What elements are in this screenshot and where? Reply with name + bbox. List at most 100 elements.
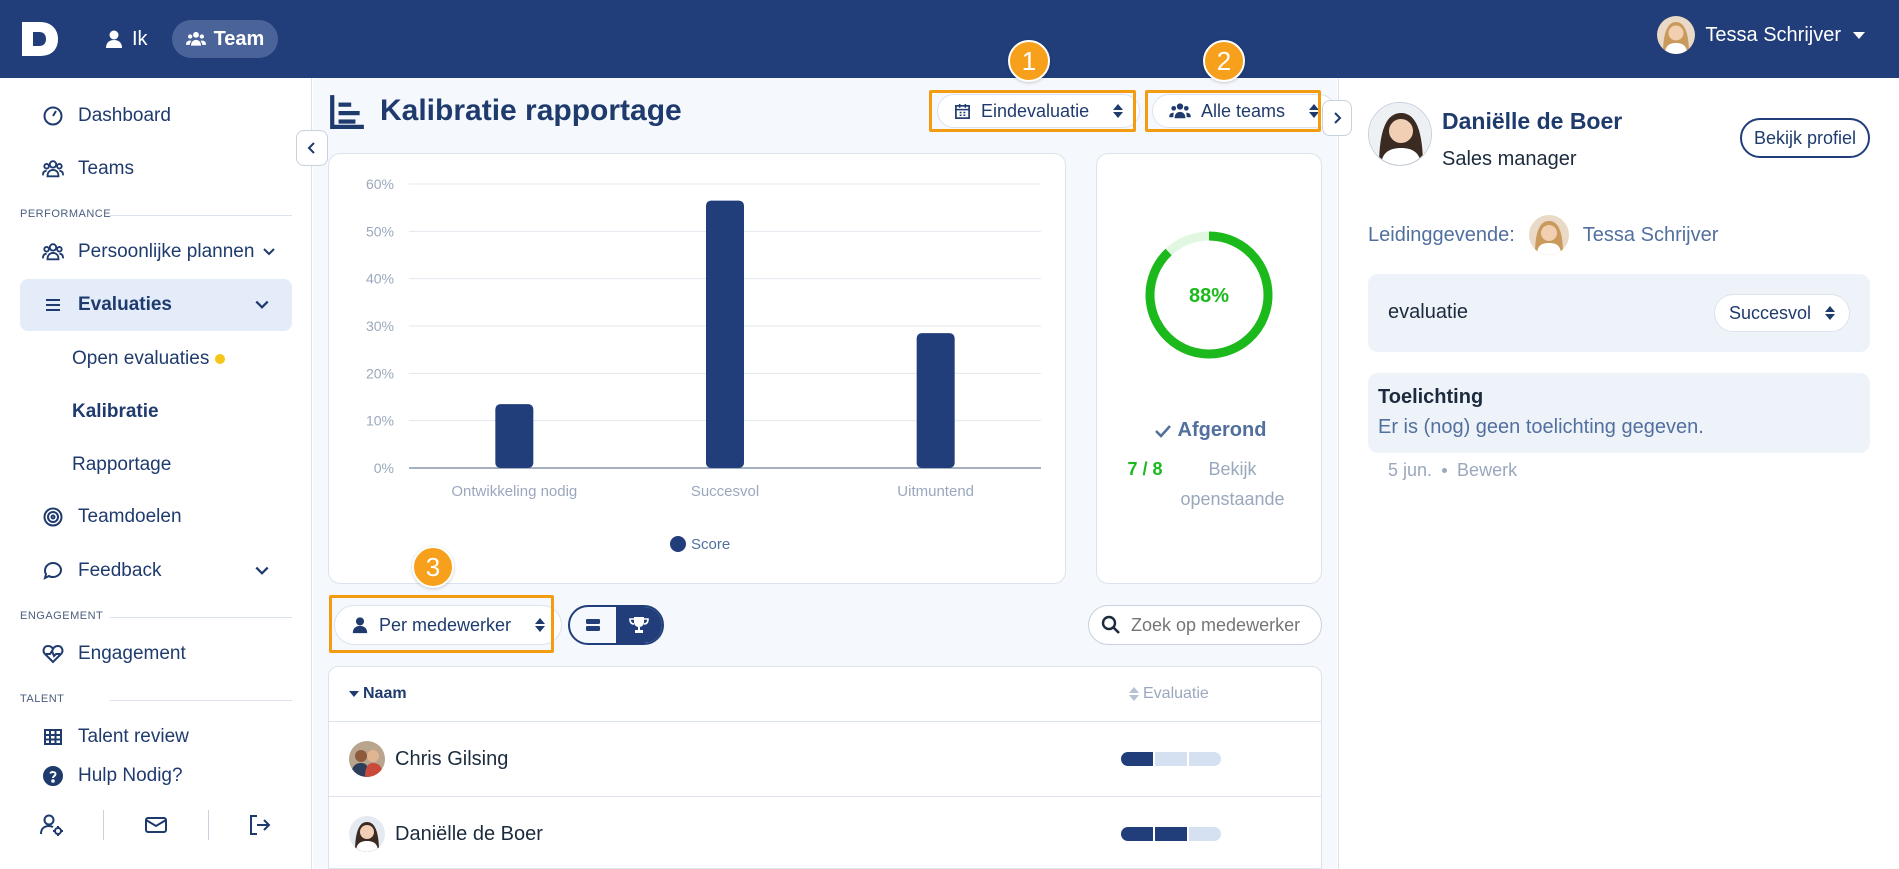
mail-icon bbox=[144, 817, 167, 833]
heart-pulse-icon bbox=[42, 644, 64, 664]
step-badge-3: 3 bbox=[412, 546, 454, 588]
separator-dot bbox=[1442, 468, 1448, 473]
user-name: Tessa Schrijver bbox=[1705, 23, 1841, 46]
messages-button[interactable] bbox=[104, 807, 207, 843]
sidebar-item-hulp[interactable]: Hulp Nodig? bbox=[20, 750, 292, 802]
completion-percent: 88% bbox=[1189, 285, 1229, 307]
sidebar-item-rapportage[interactable]: Rapportage bbox=[72, 454, 171, 476]
legend-label: Score bbox=[691, 536, 730, 553]
sidebar-item-label: Teams bbox=[78, 158, 134, 179]
employee-role: Sales manager bbox=[1442, 148, 1577, 170]
sidebar-item-feedback[interactable]: Feedback bbox=[20, 545, 292, 597]
nav-team[interactable]: Team bbox=[171, 20, 279, 58]
user-cog-icon bbox=[39, 814, 63, 836]
note-meta: 5 jun. Bewerk bbox=[1388, 460, 1517, 481]
sidebar-item-label: Evaluaties bbox=[78, 294, 172, 315]
view-profile-button[interactable]: Bekijk profiel bbox=[1740, 118, 1871, 158]
nav-ik-label: Ik bbox=[132, 27, 148, 50]
x-tick-label: Uitmuntend bbox=[897, 483, 974, 500]
y-tick-label: 0% bbox=[374, 460, 394, 476]
chevron-down-icon bbox=[1853, 31, 1865, 39]
sidebar-item-label: Dashboard bbox=[78, 105, 171, 126]
user-menu[interactable]: Tessa Schrijver bbox=[1657, 16, 1865, 54]
score-chart-card: 0% 10% 20% 30% 40% 50% 60% Ontwikkeling nodig Su… bbox=[328, 153, 1066, 584]
employee-table: Naam Evaluatie Chris Gilsing Daniëlle de… bbox=[328, 666, 1322, 869]
bar-ontwikkeling-nodig bbox=[495, 404, 534, 468]
column-header-naam[interactable]: Naam bbox=[349, 667, 407, 721]
chevron-right-icon bbox=[1334, 112, 1342, 124]
column-header-label: Naam bbox=[363, 685, 407, 702]
employee-name-heading: Daniëlle de Boer bbox=[1442, 108, 1623, 134]
employee-name-cell: Chris Gilsing bbox=[349, 741, 508, 777]
logout-button[interactable] bbox=[209, 807, 312, 843]
sidebar-item-label: Open evaluaties bbox=[72, 348, 210, 369]
help-icon bbox=[43, 766, 63, 786]
highlight-box bbox=[329, 595, 554, 653]
view-open-link[interactable]: Bekijk openstaande bbox=[1173, 454, 1293, 514]
y-tick-label: 10% bbox=[366, 413, 394, 429]
edit-note-link[interactable]: Bewerk bbox=[1457, 460, 1517, 481]
check-icon bbox=[1154, 424, 1171, 438]
employee-avatar bbox=[349, 816, 385, 852]
y-tick-label: 60% bbox=[366, 176, 394, 192]
x-tick-label: Ontwikkeling nodig bbox=[451, 483, 577, 500]
table-row[interactable]: Chris Gilsing bbox=[329, 721, 1321, 796]
sidebar-item-label: Feedback bbox=[78, 560, 162, 581]
evaluation-label: evaluatie bbox=[1388, 301, 1469, 323]
app-logo[interactable] bbox=[18, 18, 60, 60]
score-segment bbox=[1155, 752, 1187, 766]
employee-name-cell: Daniëlle de Boer bbox=[349, 816, 543, 852]
score-segment bbox=[1155, 827, 1187, 841]
list-icon bbox=[46, 299, 60, 311]
section-divider bbox=[110, 617, 292, 618]
section-label-engagement: ENGAGEMENT bbox=[20, 610, 104, 622]
sidebar-item-persoonlijke-plannen[interactable]: Persoonlijke plannen bbox=[20, 226, 292, 278]
collapse-sidebar-button[interactable] bbox=[296, 130, 328, 166]
page-title: Kalibratie rapportage bbox=[328, 92, 682, 130]
logout-icon bbox=[250, 815, 271, 835]
sort-icon bbox=[1825, 306, 1835, 320]
table-row[interactable]: Daniëlle de Boer bbox=[329, 796, 1321, 868]
employee-name: Chris Gilsing bbox=[395, 747, 509, 770]
users-icon bbox=[42, 243, 64, 261]
nav-team-label: Team bbox=[213, 27, 265, 50]
column-header-label: Evaluatie bbox=[1143, 685, 1209, 702]
target-icon bbox=[43, 507, 63, 527]
completion-status-label: Afgerond bbox=[1177, 419, 1267, 441]
evaluation-select[interactable]: Succesvol bbox=[1713, 294, 1850, 332]
sidebar-item-label: Hulp Nodig? bbox=[78, 765, 183, 786]
section-label-talent: TALENT bbox=[20, 693, 65, 705]
note-text: Er is (nog) geen toelichting gegeven. bbox=[1378, 416, 1704, 438]
nav-ik[interactable]: Ik bbox=[90, 20, 162, 58]
grid-icon bbox=[44, 729, 62, 745]
list-view-button[interactable] bbox=[570, 607, 616, 643]
score-segment bbox=[1189, 827, 1221, 841]
sidebar-item-open-evaluaties[interactable]: Open evaluaties bbox=[72, 348, 226, 370]
sidebar-item-kalibratie[interactable]: Kalibratie bbox=[72, 401, 159, 423]
search-input[interactable] bbox=[1131, 614, 1301, 636]
sort-icon bbox=[1129, 687, 1139, 701]
score-bar-chart: 0% 10% 20% 30% 40% 50% 60% Ontwikkeling nodig Su… bbox=[366, 176, 1041, 553]
ranking-view-button[interactable] bbox=[616, 607, 662, 643]
sidebar-item-teams[interactable]: Teams bbox=[20, 143, 292, 195]
view-toggle bbox=[568, 605, 664, 645]
chevron-left-icon bbox=[307, 142, 315, 154]
toggle-panel-button[interactable] bbox=[1322, 100, 1352, 136]
section-divider bbox=[110, 700, 292, 701]
x-tick-label: Succesvol bbox=[691, 483, 759, 500]
sidebar-item-dashboard[interactable]: Dashboard bbox=[20, 90, 292, 142]
sidebar-item-label: Engagement bbox=[78, 643, 186, 664]
search-box bbox=[1088, 605, 1322, 645]
user-avatar bbox=[1657, 16, 1696, 54]
sidebar-item-evaluaties[interactable]: Evaluaties bbox=[20, 279, 292, 331]
user-settings-button[interactable] bbox=[0, 807, 103, 843]
server-list-icon bbox=[586, 619, 600, 631]
evaluation-select-value: Succesvol bbox=[1728, 302, 1811, 323]
completion-ring: 88% bbox=[1145, 231, 1273, 359]
sidebar: Dashboard Teams PERFORMANCE Persoonlijke… bbox=[0, 78, 312, 869]
column-header-evaluatie[interactable]: Evaluatie bbox=[1129, 667, 1209, 721]
sidebar-item-engagement[interactable]: Engagement bbox=[20, 628, 292, 680]
step-badge-2: 2 bbox=[1203, 40, 1245, 82]
chat-bubble-icon bbox=[43, 561, 63, 580]
sidebar-item-teamdoelen[interactable]: Teamdoelen bbox=[20, 491, 292, 543]
